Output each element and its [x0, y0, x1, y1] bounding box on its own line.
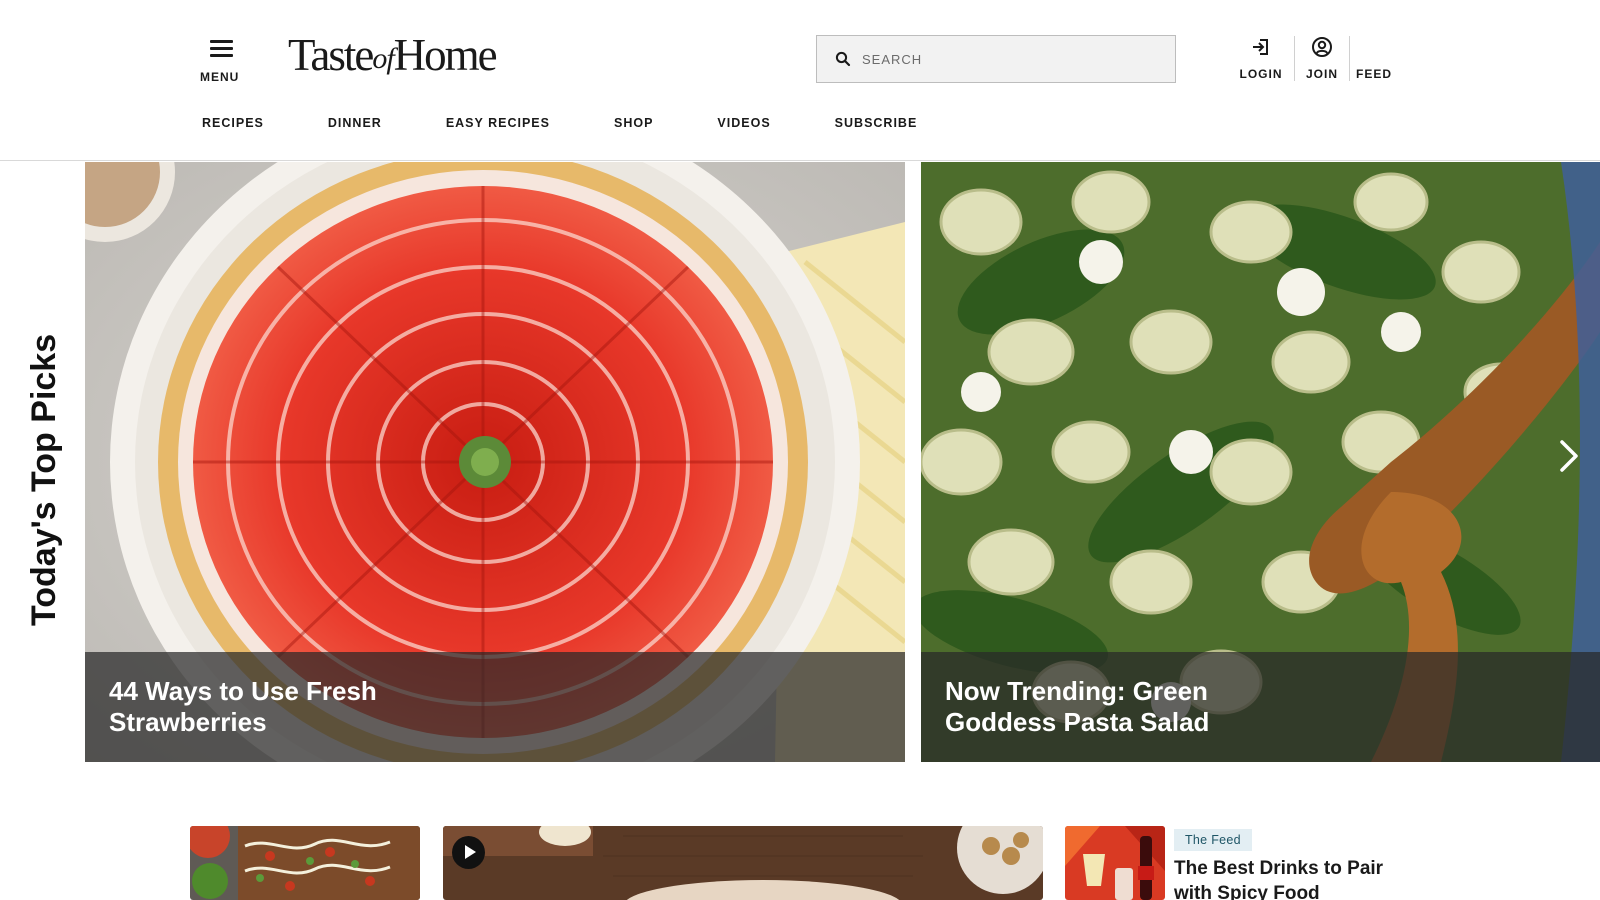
- site-logo[interactable]: TasteofHome: [288, 30, 498, 80]
- nav-item-shop[interactable]: SHOP: [614, 116, 653, 130]
- login-label: LOGIN: [1239, 67, 1283, 81]
- search-box[interactable]: [816, 35, 1176, 83]
- drinks-image: [1065, 826, 1165, 900]
- play-icon[interactable]: [452, 836, 485, 869]
- user-circle-icon: [1312, 37, 1332, 57]
- top-picks-title: Today's Top Picks: [25, 333, 63, 626]
- menu-button[interactable]: MENU: [200, 36, 244, 88]
- logo-text-home: Home: [393, 30, 498, 80]
- menu-label: MENU: [200, 70, 240, 84]
- site-header: MENU TasteofHome LOGIN JOIN: [0, 0, 1600, 161]
- card-title: Now Trending: Green Goddess Pasta Salad: [945, 676, 1210, 737]
- feed-thumbnail[interactable]: [1065, 826, 1165, 900]
- video-tile[interactable]: [443, 826, 1043, 900]
- feed-story-title[interactable]: The Best Drinks to Pair with Spicy Food: [1174, 856, 1414, 900]
- card-title: 44 Ways to Use Fresh Strawberries: [109, 676, 377, 737]
- hamburger-icon: [210, 40, 233, 57]
- chevron-right-icon[interactable]: [1556, 438, 1582, 474]
- nav-item-dinner[interactable]: DINNER: [328, 116, 382, 130]
- nav-item-easy-recipes[interactable]: EASY RECIPES: [446, 116, 550, 130]
- logo-text-of: of: [372, 42, 394, 75]
- nav-item-recipes[interactable]: RECIPES: [202, 116, 264, 130]
- feed-button[interactable]: FEED: [1356, 36, 1392, 84]
- join-label: JOIN: [1305, 67, 1338, 81]
- top-picks-heading: Today's Top Picks: [22, 296, 66, 626]
- account-divider: [1349, 36, 1350, 81]
- account-divider: [1294, 36, 1295, 81]
- feed-badge[interactable]: The Feed: [1174, 829, 1252, 851]
- main-nav: RECIPES DINNER EASY RECIPES SHOP VIDEOS …: [202, 116, 981, 130]
- search-icon[interactable]: [835, 51, 851, 67]
- nav-item-videos[interactable]: VIDEOS: [717, 116, 770, 130]
- card-caption: Now Trending: Green Goddess Pasta Salad: [921, 652, 1600, 762]
- top-pick-card[interactable]: Now Trending: Green Goddess Pasta Salad: [921, 162, 1600, 762]
- login-button[interactable]: LOGIN: [1238, 36, 1284, 84]
- feed-label: FEED: [1356, 67, 1393, 81]
- login-arrow-icon: [1253, 39, 1268, 55]
- nav-item-subscribe[interactable]: SUBSCRIBE: [835, 116, 918, 130]
- video-thumbnail-image: [443, 826, 1043, 900]
- join-button[interactable]: JOIN: [1304, 36, 1340, 84]
- logo-text-taste: Taste: [288, 30, 374, 80]
- story-tile[interactable]: [190, 826, 420, 900]
- enchiladas-image: [190, 826, 420, 900]
- top-pick-card[interactable]: 44 Ways to Use Fresh Strawberries: [85, 162, 905, 762]
- search-input[interactable]: [862, 51, 1142, 67]
- card-caption: 44 Ways to Use Fresh Strawberries: [85, 652, 905, 762]
